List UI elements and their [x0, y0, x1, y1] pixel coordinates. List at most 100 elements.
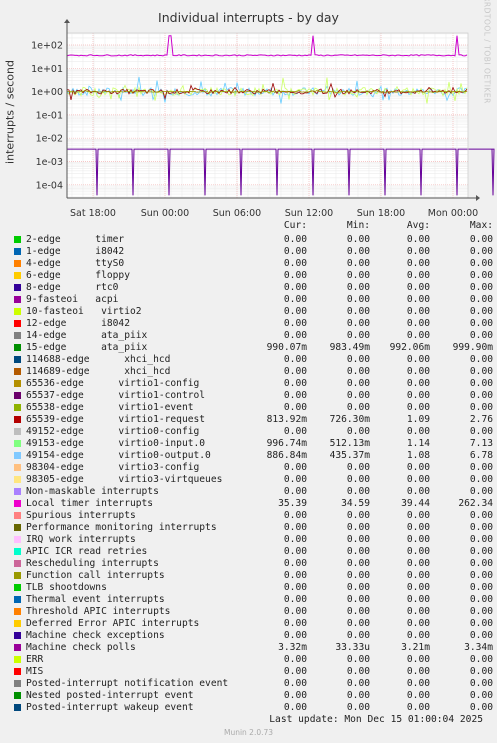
legend-swatch	[14, 668, 21, 675]
legend-value-avg: 0.00	[406, 618, 430, 629]
legend-value-avg: 0.00	[406, 594, 430, 605]
legend-row: 2-edge timer 0.00 0.00 0.00 0.00	[0, 234, 497, 246]
legend-value-avg: 0.00	[406, 582, 430, 593]
legend-label: Spurious interrupts	[26, 510, 136, 521]
legend-value-avg: 0.00	[406, 246, 430, 257]
legend-row: Posted-interrupt wakeup event 0.00 0.00 0.0…	[0, 702, 497, 714]
legend-swatch	[14, 548, 21, 555]
legend-row: 49154-edge virtio0-output.0 886.84m 435.37…	[0, 450, 497, 462]
legend-value-max: 0.00	[469, 654, 493, 665]
legend-value-max: 0.00	[469, 426, 493, 437]
legend-value-cur: 0.00	[283, 378, 307, 389]
legend-label: 114689-edge xhci_hcd	[26, 366, 171, 377]
legend-row: Function call interrupts 0.00 0.00 0.00 0.00	[0, 570, 497, 582]
legend-value-cur: 0.00	[283, 570, 307, 581]
legend-value-cur: 0.00	[283, 246, 307, 257]
x-axis-arrow	[476, 195, 480, 201]
legend-value-avg: 0.00	[406, 702, 430, 713]
legend-value-avg: 0.00	[406, 510, 430, 521]
legend-row: Performance monitoring interrupts 0.00 0.0…	[0, 522, 497, 534]
legend-value-max: 0.00	[469, 690, 493, 701]
legend-value-max: 262.34	[458, 498, 493, 509]
legend-label: 49154-edge virtio0-output.0	[26, 450, 211, 461]
legend-value-avg: 0.00	[406, 318, 430, 329]
legend-value-max: 2.76	[469, 414, 493, 425]
legend-value-avg: 1.08	[406, 450, 430, 461]
legend-value-avg: 1.14	[406, 438, 430, 449]
legend-row: Non-maskable interrupts 0.00 0.00 0.00 0.00	[0, 486, 497, 498]
legend-value-cur: 0.00	[283, 318, 307, 329]
legend-row: 114688-edge xhci_hcd 0.00 0.00 0.00 0.00	[0, 354, 497, 366]
legend-value-avg: 0.00	[406, 270, 430, 281]
legend-column-header: Cur:	[283, 220, 307, 231]
legend-row: Local timer interrupts 35.39 34.59 39.44 262…	[0, 498, 497, 510]
legend-value-avg: 0.00	[406, 366, 430, 377]
legend-value-cur: 0.00	[283, 702, 307, 713]
legend-row: 15-edge ata_piix 990.07m 983.49m 992.06m 999…	[0, 342, 497, 354]
legend-row: 12-edge i8042 0.00 0.00 0.00 0.00	[0, 318, 497, 330]
legend-label: Deferred Error APIC interrupts	[26, 618, 200, 629]
legend-value-cur: 813.92m	[266, 414, 307, 425]
legend-swatch	[14, 332, 21, 339]
legend-value-max: 0.00	[469, 234, 493, 245]
legend-label: Posted-interrupt wakeup event	[26, 702, 194, 713]
legend-swatch	[14, 620, 21, 627]
legend-row: 65536-edge virtio1-config 0.00 0.00 0.00 0.0…	[0, 378, 497, 390]
legend-label: 98305-edge virtio3-virtqueues	[26, 474, 223, 485]
legend-value-max: 0.00	[469, 282, 493, 293]
legend-value-cur: 0.00	[283, 558, 307, 569]
y-tick-label: 1e-01	[36, 110, 63, 121]
legend-swatch	[14, 572, 21, 579]
legend-value-avg: 39.44	[401, 498, 430, 509]
legend-swatch	[14, 260, 21, 267]
y-tick-label: 1e+02	[31, 41, 63, 52]
legend-value-max: 0.00	[469, 678, 493, 689]
y-tick-label: 1e+00	[31, 87, 63, 98]
legend-value-max: 0.00	[469, 390, 493, 401]
legend-value-avg: 0.00	[406, 258, 430, 269]
legend-label: Posted-interrupt notification event	[26, 678, 229, 689]
legend-label: 1-edge i8042	[26, 246, 125, 257]
legend-value-avg: 3.21m	[401, 642, 430, 653]
legend-row: Threshold APIC interrupts 0.00 0.00 0.00 0.0…	[0, 606, 497, 618]
legend-value-cur: 0.00	[283, 366, 307, 377]
legend-value-max: 0.00	[469, 522, 493, 533]
legend-label: Machine check polls	[26, 642, 136, 653]
legend-swatch	[14, 500, 21, 507]
legend-value-cur: 0.00	[283, 294, 307, 305]
legend-label: Machine check exceptions	[26, 630, 165, 641]
legend-row: 98304-edge virtio3-config 0.00 0.00 0.00 0.0…	[0, 462, 497, 474]
legend-label: Local timer interrupts	[26, 498, 154, 509]
legend-value-avg: 0.00	[406, 666, 430, 677]
legend-value-avg: 0.00	[406, 474, 430, 485]
legend-label: APIC ICR read retries	[26, 546, 148, 557]
legend-label: 65538-edge virtio1-event	[26, 402, 194, 413]
legend-row: 98305-edge virtio3-virtqueues 0.00 0.00 0.0…	[0, 474, 497, 486]
legend-value-avg: 0.00	[406, 234, 430, 245]
legend-value-avg: 0.00	[406, 534, 430, 545]
legend-swatch	[14, 596, 21, 603]
legend-value-max: 0.00	[469, 378, 493, 389]
legend-row: 14-edge ata_piix 0.00 0.00 0.00 0.00	[0, 330, 497, 342]
legend-label: 65536-edge virtio1-config	[26, 378, 200, 389]
legend-value-cur: 0.00	[283, 678, 307, 689]
legend-label: Rescheduling interrupts	[26, 558, 159, 569]
legend-row: Spurious interrupts 0.00 0.00 0.00 0.00	[0, 510, 497, 522]
legend-value-max: 0.00	[469, 546, 493, 557]
legend-value-max: 0.00	[469, 534, 493, 545]
legend-label: Function call interrupts	[26, 570, 165, 581]
legend-value-max: 0.00	[469, 354, 493, 365]
legend-value-avg: 0.00	[406, 426, 430, 437]
legend-label: 6-edge floppy	[26, 270, 130, 281]
legend-value-avg: 1.09	[406, 414, 430, 425]
legend-label: Performance monitoring interrupts	[26, 522, 217, 533]
legend-row: 9-fasteoi acpi 0.00 0.00 0.00 0.00	[0, 294, 497, 306]
y-tick-label: 1e-03	[36, 157, 63, 168]
legend-value-cur: 990.07m	[266, 342, 307, 353]
legend-value-avg: 0.00	[406, 390, 430, 401]
legend-value-max: 0.00	[469, 606, 493, 617]
legend-value-cur: 0.00	[283, 234, 307, 245]
legend-swatch	[14, 272, 21, 279]
legend-swatch	[14, 296, 21, 303]
y-tick-label: 1e+01	[31, 64, 63, 75]
